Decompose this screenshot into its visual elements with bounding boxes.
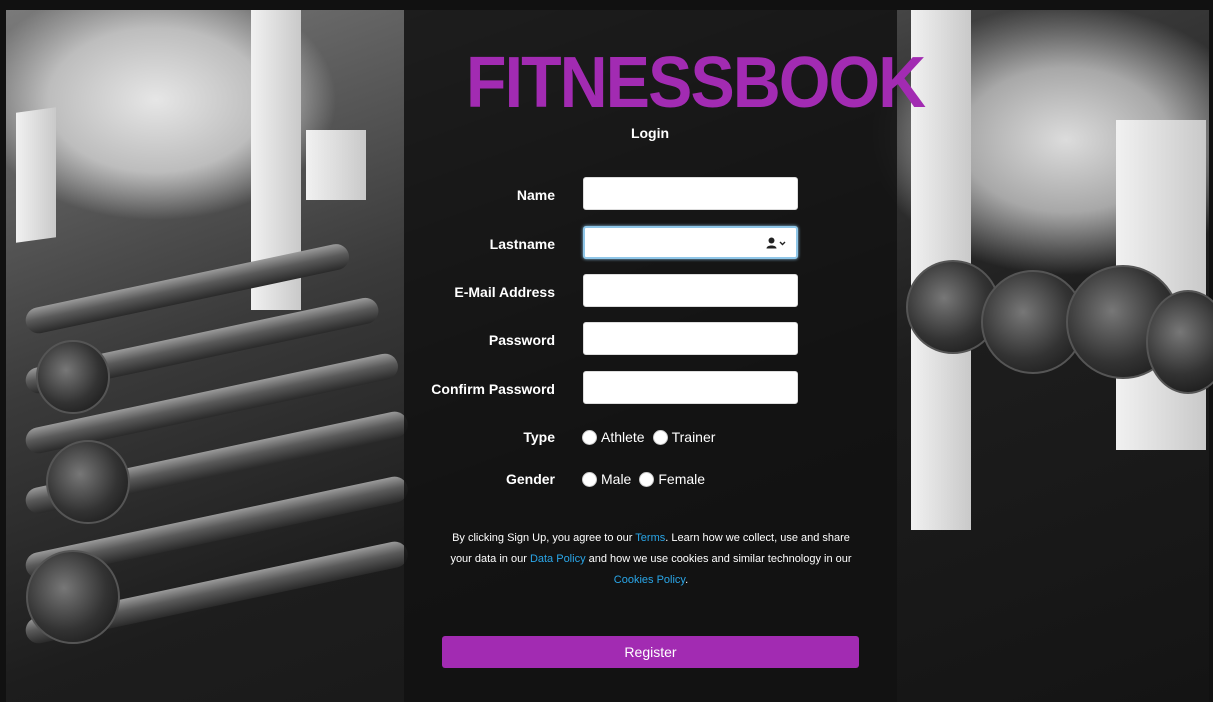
- male-radio[interactable]: [582, 471, 597, 487]
- gender-option-female[interactable]: Female: [639, 471, 705, 487]
- lastname-label: Lastname: [489, 236, 555, 252]
- background-weight-plate: [26, 550, 120, 644]
- password-row: Password: [404, 322, 897, 358]
- terms-notice: By clicking Sign Up, you agree to our Te…: [446, 528, 856, 591]
- background-bench: [306, 130, 366, 200]
- page-subtitle: Login: [630, 125, 670, 141]
- password-input[interactable]: [583, 322, 798, 355]
- confirm-password-row: Confirm Password: [404, 371, 897, 407]
- cookies-policy-link[interactable]: Cookies Policy: [614, 574, 685, 586]
- athlete-label: Athlete: [601, 429, 645, 445]
- register-button[interactable]: Register: [442, 636, 859, 668]
- confirm-password-input[interactable]: [583, 371, 798, 404]
- email-input[interactable]: [583, 274, 798, 307]
- type-option-trainer[interactable]: Trainer: [652, 429, 716, 445]
- trainer-label: Trainer: [671, 429, 716, 445]
- terms-text-1: By clicking Sign Up, you agree to our: [452, 532, 636, 544]
- trainer-radio[interactable]: [652, 429, 668, 445]
- gender-row: Gender Male Female: [404, 461, 897, 497]
- male-label: Male: [601, 471, 632, 487]
- background-weight-plate: [46, 440, 130, 524]
- lastname-row: Lastname: [404, 226, 897, 262]
- name-label: Name: [516, 187, 555, 203]
- person-icon[interactable]: [766, 237, 788, 252]
- email-row: E-Mail Address: [404, 274, 897, 310]
- type-radio-group: Athlete Trainer: [582, 419, 715, 455]
- email-label: E-Mail Address: [454, 284, 555, 300]
- type-label: Type: [523, 429, 555, 445]
- terms-link[interactable]: Terms: [635, 532, 665, 544]
- name-input[interactable]: [583, 177, 798, 210]
- background-rack-left: [16, 107, 56, 243]
- confirm-password-label: Confirm Password: [431, 381, 555, 397]
- terms-text-3: and how we use cookies and similar techn…: [585, 553, 852, 565]
- type-row: Type Athlete Trainer: [404, 419, 897, 455]
- athlete-radio[interactable]: [582, 429, 597, 445]
- background-weight-plate: [36, 340, 110, 414]
- name-row: Name: [404, 177, 897, 213]
- female-radio[interactable]: [639, 471, 655, 487]
- gender-label: Gender: [505, 471, 555, 487]
- terms-text-4: .: [685, 574, 689, 586]
- data-policy-link[interactable]: Data Policy: [530, 553, 586, 565]
- gender-option-male[interactable]: Male: [582, 471, 631, 487]
- gender-radio-group: Male Female: [582, 461, 705, 497]
- brand-logo: FITNESSBOOK: [466, 43, 926, 123]
- female-label: Female: [658, 471, 706, 487]
- lastname-input[interactable]: [583, 226, 798, 259]
- type-option-athlete[interactable]: Athlete: [582, 429, 645, 445]
- password-label: Password: [488, 332, 555, 348]
- person-icon-svg: [766, 237, 786, 249]
